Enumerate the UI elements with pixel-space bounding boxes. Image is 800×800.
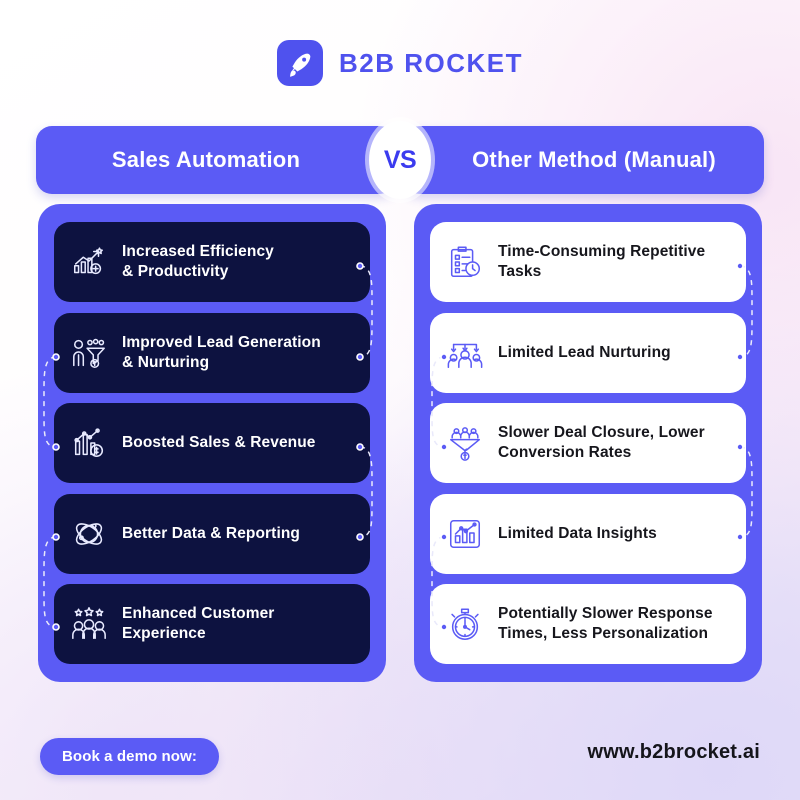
header-right-banner: Other Method (Manual) <box>392 126 764 194</box>
sales-automation-column: Increased Efficiency & Productivity Impro… <box>38 204 386 682</box>
brand-logo: B2B ROCKET <box>0 40 800 86</box>
brand-name: B2B ROCKET <box>338 47 523 78</box>
list-item-label: Limited Data Insights <box>498 524 657 542</box>
list-item[interactable]: Boosted Sales & Revenue <box>54 403 370 483</box>
other-method-column: Time-Consuming Repetitive Tasks Limited L… <box>414 204 762 682</box>
vs-label: VS <box>383 145 417 174</box>
list-item[interactable]: Enhanced Customer Experience <box>54 584 370 664</box>
list-item[interactable]: Improved Lead Generation & Nurturing <box>54 312 370 393</box>
bar-chart-insights-icon <box>449 519 481 548</box>
list-item-label: Improved Lead Generation & Nurturing <box>122 333 321 371</box>
list-item-label: Time-Consuming Repetitive Tasks <box>498 243 706 280</box>
website-url: www.b2brocket.ai <box>587 741 760 763</box>
funnel-dollar-icon <box>449 427 481 461</box>
list-item[interactable]: Increased Efficiency & Productivity <box>54 222 370 302</box>
header-right-label: Other Method (Manual) <box>472 147 716 172</box>
comparison-header: Sales Automation Other Method (Manual) V… <box>36 121 764 199</box>
list-item[interactable]: Better Data & Reporting <box>54 493 370 574</box>
rocket-icon <box>276 40 323 86</box>
list-item[interactable]: Limited Lead Nurturing <box>430 312 746 393</box>
list-item-label: Increased Efficiency & Productivity <box>122 243 274 280</box>
growth-chart-gear-icon <box>73 247 103 275</box>
header-left-label: Sales Automation <box>111 147 301 172</box>
list-item[interactable]: Limited Data Insights <box>430 493 746 574</box>
list-item-label: Enhanced Customer Experience <box>122 605 275 642</box>
list-item-label: Slower Deal Closure, Lower Conversion Rat… <box>498 424 705 461</box>
lead-funnel-people-icon <box>73 338 105 368</box>
atom-data-icon <box>75 522 103 545</box>
list-item[interactable]: Potentially Slower Response Times, Less P… <box>430 584 746 664</box>
list-item[interactable]: Time-Consuming Repetitive Tasks <box>430 222 746 302</box>
vs-badge: VS <box>369 121 431 199</box>
list-item[interactable]: Slower Deal Closure, Lower Conversion Rat… <box>430 403 746 483</box>
book-demo-button[interactable]: Book a demo now: <box>40 738 219 775</box>
stars-people-icon <box>72 607 106 640</box>
team-network-icon <box>447 343 483 368</box>
stopwatch-icon <box>451 608 479 640</box>
list-item-label: Boosted Sales & Revenue <box>122 434 316 452</box>
list-item-label: Better Data & Reporting <box>122 524 300 542</box>
list-item-label: Limited Lead Nurturing <box>498 343 671 361</box>
header-left-banner: Sales Automation <box>36 126 408 194</box>
list-item-label: Potentially Slower Response Times, Less P… <box>498 605 713 642</box>
bar-chart-dollar-icon <box>74 428 104 458</box>
clipboard-clock-icon <box>450 246 481 278</box>
